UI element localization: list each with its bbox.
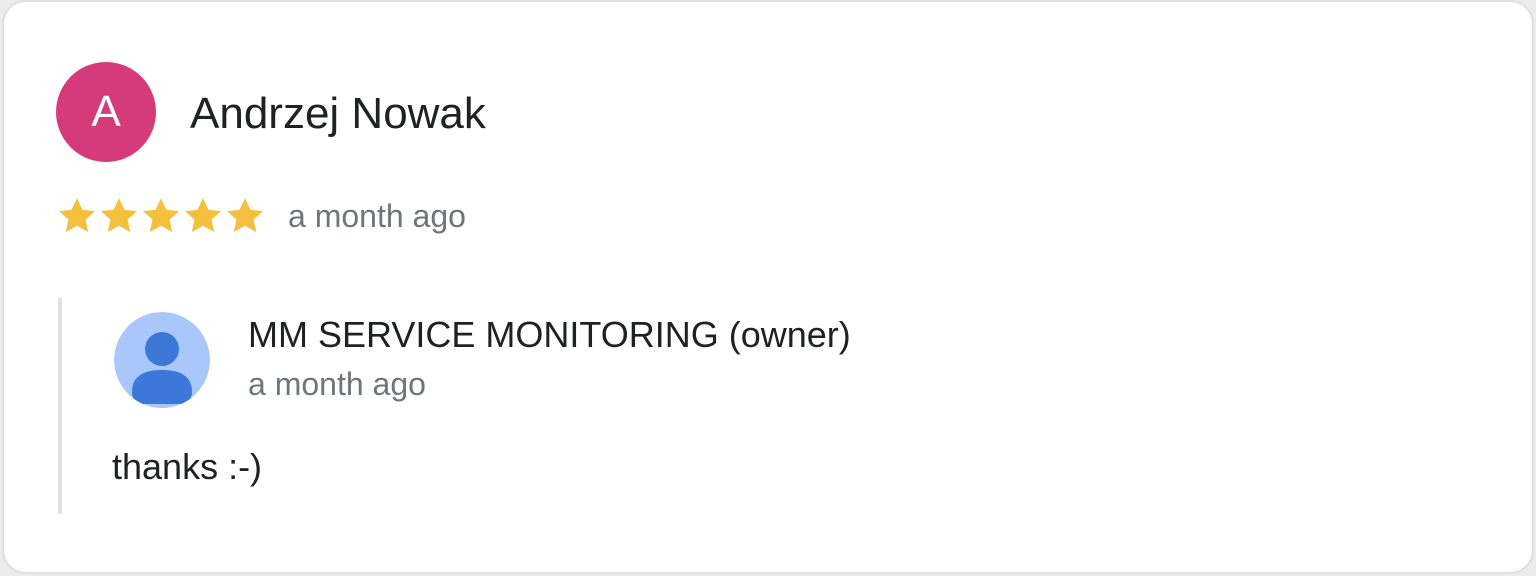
default-user-avatar-icon	[114, 312, 210, 408]
rating-row: a month ago	[56, 194, 466, 238]
reviewer-avatar-letter: A	[91, 87, 121, 136]
star-icon	[226, 198, 264, 233]
star-icon	[142, 198, 180, 233]
star-icon	[58, 198, 96, 233]
reviewer-avatar[interactable]: A	[56, 62, 156, 162]
review-time: a month ago	[288, 198, 466, 234]
reply-text: thanks :-)	[112, 446, 263, 487]
reply-time: a month ago	[248, 366, 426, 402]
star-icon	[184, 198, 222, 233]
reviewer-name[interactable]: Andrzej Nowak	[190, 88, 486, 140]
star-rating	[56, 195, 266, 237]
review-card: A Andrzej Nowak a month ago MM SERVICE M…	[2, 0, 1534, 574]
star-icon	[100, 198, 138, 233]
owner-name: MM SERVICE MONITORING (owner)	[248, 314, 851, 355]
owner-reply: MM SERVICE MONITORING (owner) a month ag…	[58, 298, 1498, 514]
